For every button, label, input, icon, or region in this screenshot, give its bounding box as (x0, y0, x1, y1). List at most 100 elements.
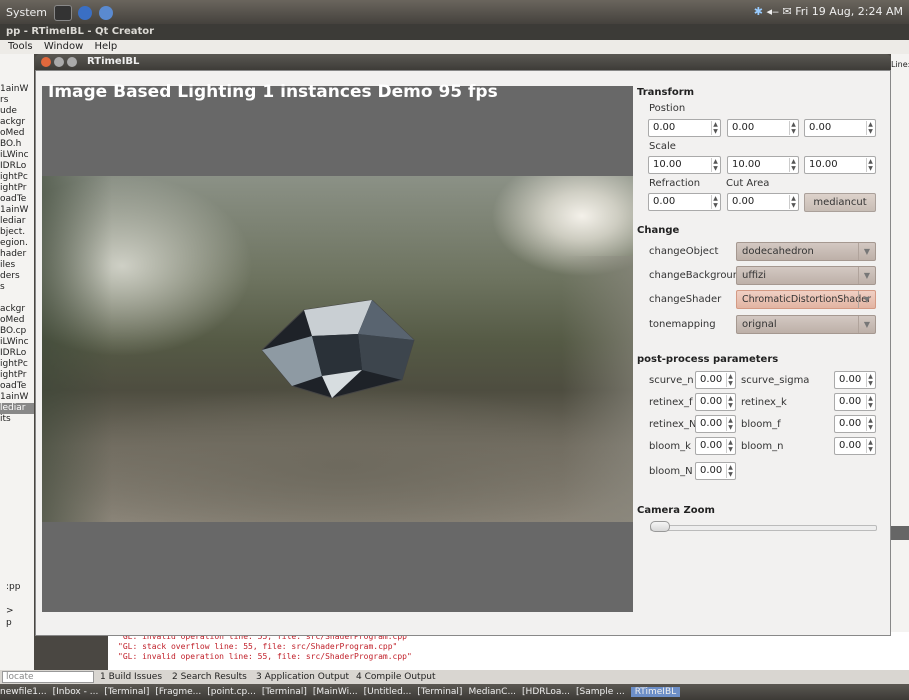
spin-arrows-icon[interactable]: ▲ ▼ (711, 121, 719, 135)
tree-item[interactable]: 1ainW (0, 205, 34, 216)
tree-item[interactable]: lediar (0, 216, 34, 227)
tree-item[interactable]: ightPr (0, 183, 34, 194)
chevron-down-icon[interactable]: ▼ (858, 243, 875, 260)
tree-item[interactable]: IDRLo (0, 348, 34, 359)
bloom-n-spinbox[interactable]: 0.00 ▲ ▼ (834, 437, 876, 455)
tree-item[interactable]: ightPc (0, 172, 34, 183)
spin-arrows-icon[interactable]: ▲ ▼ (711, 195, 719, 209)
scurve-n-spinbox[interactable]: 0.00 ▲ ▼ (695, 371, 736, 389)
position-x-spinbox[interactable]: 0.00 ▲ ▼ (648, 119, 721, 137)
tree-item[interactable]: ackgr (0, 117, 34, 128)
spin-arrows-icon[interactable]: ▲ ▼ (726, 395, 734, 409)
tree-item[interactable]: p (6, 618, 12, 629)
tree-item[interactable]: egion. (0, 238, 34, 249)
tab-search-results[interactable]: 2 Search Results (172, 670, 247, 684)
maximize-icon[interactable] (67, 57, 77, 67)
taskbar-item[interactable]: [Sample ... (576, 687, 625, 697)
tree-item[interactable]: iles (0, 260, 34, 271)
taskbar-item[interactable]: RTimeIBL (630, 687, 681, 697)
change-object-combo[interactable]: dodecahedron ▼ (736, 242, 876, 261)
tree-item[interactable]: s (0, 282, 34, 293)
spin-arrows-icon[interactable]: ▲ ▼ (866, 439, 874, 453)
spin-arrows-icon[interactable]: ▲ ▼ (789, 121, 797, 135)
scale-x-spinbox[interactable]: 10.00 ▲ ▼ (648, 156, 721, 174)
taskbar-item[interactable]: newfile1... (0, 687, 47, 697)
browser-icon[interactable] (98, 6, 113, 20)
bluetooth-icon[interactable]: ✱ (754, 5, 763, 18)
tree-item[interactable]: ightPc (0, 359, 34, 370)
menu-tools[interactable]: Tools (8, 41, 33, 52)
spin-arrows-icon[interactable]: ▲ ▼ (866, 121, 874, 135)
camera-zoom-slider[interactable] (650, 525, 877, 531)
tree-item[interactable]: 1ainW (0, 392, 34, 403)
change-shader-combo[interactable]: ChromaticDistortionShader ▼ (736, 290, 876, 309)
spin-arrows-icon[interactable]: ▲ ▼ (726, 417, 734, 431)
bloom-N-spinbox[interactable]: 0.00 ▲ ▼ (695, 462, 736, 480)
bloom-f-spinbox[interactable]: 0.00 ▲ ▼ (834, 415, 876, 433)
taskbar-item[interactable]: [HDRLoa... (522, 687, 570, 697)
volume-icon[interactable]: ◂‒ (766, 5, 779, 18)
retinex-N-spinbox[interactable]: 0.00 ▲ ▼ (695, 415, 736, 433)
spin-arrows-icon[interactable]: ▲ ▼ (726, 464, 734, 478)
scale-y-spinbox[interactable]: 10.00 ▲ ▼ (727, 156, 799, 174)
camera-zoom-handle[interactable] (650, 521, 670, 532)
chevron-down-icon[interactable]: ▼ (858, 267, 875, 284)
chevron-down-icon[interactable]: ▼ (858, 316, 875, 333)
terminal-icon[interactable] (53, 5, 72, 21)
tab-application-output[interactable]: 3 Application Output (256, 670, 349, 684)
tree-item[interactable]: :pp (6, 582, 20, 593)
spin-arrows-icon[interactable]: ▲ ▼ (789, 158, 797, 172)
tonemapping-combo[interactable]: orignal ▼ (736, 315, 876, 334)
taskbar-item[interactable]: MedianC... (468, 687, 516, 697)
change-background-combo[interactable]: uffizi ▼ (736, 266, 876, 285)
dodecahedron-object[interactable] (262, 300, 422, 400)
tree-item[interactable]: ders (0, 271, 34, 282)
tab-compile-output[interactable]: 4 Compile Output (356, 670, 436, 684)
retinex-k-spinbox[interactable]: 0.00 ▲ ▼ (834, 393, 876, 411)
scurve-sigma-spinbox[interactable]: 0.00 ▲ ▼ (834, 371, 876, 389)
menu-window[interactable]: Window (44, 41, 83, 52)
position-y-spinbox[interactable]: 0.00 ▲ ▼ (727, 119, 799, 137)
tree-item[interactable]: oadTe (0, 194, 34, 205)
tree-item[interactable]: ackgr (0, 304, 34, 315)
tree-item[interactable]: iLWinc (0, 150, 34, 161)
tree-item[interactable]: oMed (0, 315, 34, 326)
taskbar-item[interactable]: [Fragme... (155, 687, 201, 697)
spin-arrows-icon[interactable]: ▲ ▼ (866, 158, 874, 172)
tree-item[interactable]: ude (0, 106, 34, 117)
tree-item[interactable]: BO.h (0, 139, 34, 150)
spin-arrows-icon[interactable]: ▲ ▼ (866, 373, 874, 387)
close-icon[interactable] (41, 57, 51, 67)
help-icon[interactable] (78, 6, 93, 20)
spin-arrows-icon[interactable]: ▲ ▼ (726, 439, 734, 453)
tree-item[interactable]: BO.cp (0, 326, 34, 337)
chevron-down-icon[interactable]: ▼ (858, 291, 875, 308)
spin-arrows-icon[interactable]: ▲ ▼ (711, 158, 719, 172)
taskbar-item[interactable]: [Terminal] (417, 687, 462, 697)
taskbar-item[interactable]: [point.cp... (207, 687, 256, 697)
tree-item[interactable]: ightPr (0, 370, 34, 381)
scale-z-spinbox[interactable]: 10.00 ▲ ▼ (804, 156, 876, 174)
tree-item[interactable]: bject. (0, 227, 34, 238)
mediancut-button[interactable]: mediancut (804, 193, 876, 212)
spin-arrows-icon[interactable]: ▲ ▼ (789, 195, 797, 209)
tree-item[interactable]: iLWinc (0, 337, 34, 348)
position-z-spinbox[interactable]: 0.00 ▲ ▼ (804, 119, 876, 137)
tree-item[interactable]: IDRLo (0, 161, 34, 172)
clock[interactable]: Fri 19 Aug, 2:24 AM (795, 5, 903, 18)
taskbar-item[interactable]: [Terminal] (104, 687, 149, 697)
tree-item[interactable]: oadTe (0, 381, 34, 392)
taskbar-item[interactable]: [Inbox - ... (53, 687, 99, 697)
taskbar-item[interactable]: [Terminal] (262, 687, 307, 697)
taskbar-item[interactable]: [Untitled... (364, 687, 412, 697)
tab-build-issues[interactable]: 1 Build Issues (100, 670, 162, 684)
system-menu[interactable]: System (6, 5, 113, 21)
tree-item[interactable] (0, 293, 34, 304)
menu-help[interactable]: Help (94, 41, 117, 52)
retinex-f-spinbox[interactable]: 0.00 ▲ ▼ (695, 393, 736, 411)
spin-arrows-icon[interactable]: ▲ ▼ (866, 417, 874, 431)
taskbar-item[interactable]: [MainWi... (313, 687, 358, 697)
tree-item[interactable]: lediar (0, 403, 34, 414)
cut-area-spinbox[interactable]: 0.00 ▲ ▼ (727, 193, 799, 211)
refraction-spinbox[interactable]: 0.00 ▲ ▼ (648, 193, 721, 211)
